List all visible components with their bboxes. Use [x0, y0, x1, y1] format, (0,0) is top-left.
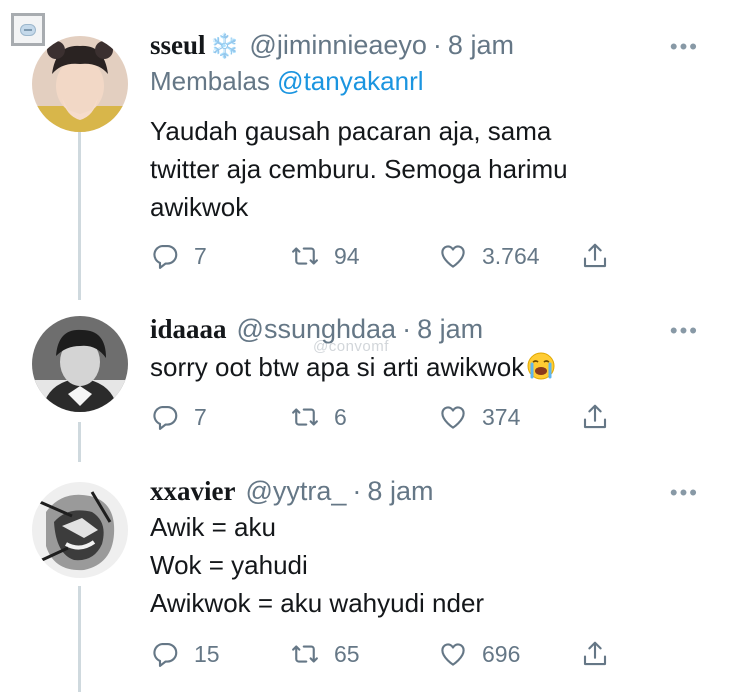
username[interactable]: @yytra_	[245, 474, 346, 508]
retweet-button[interactable]: 65	[290, 637, 360, 671]
reply-icon	[150, 402, 180, 432]
more-options-icon[interactable]: •••	[670, 480, 699, 506]
tweet-line: Wok = yahudi	[150, 550, 308, 580]
tweet-text: Awik = aku Wok = yahudi Awikwok = aku wa…	[150, 508, 715, 622]
reply-button[interactable]: 15	[150, 637, 220, 671]
snowflake-emoji: ❄️	[209, 33, 240, 60]
username[interactable]: @ssunghdaa	[237, 312, 397, 346]
tweet-line: Yaudah gausah pacaran aja, sama	[150, 116, 552, 146]
reply-mention[interactable]: @tanyakanrl	[277, 66, 423, 96]
more-options-icon[interactable]: •••	[670, 318, 699, 344]
reply-prefix: Membalas	[150, 66, 270, 96]
separator-dot: ·	[432, 30, 442, 60]
like-button[interactable]: 696	[438, 637, 520, 671]
tweet-line: Awikwok = aku wahyudi nder	[150, 588, 485, 618]
tweet-actions: 15 65 696	[150, 637, 620, 671]
reply-context: Membalas @tanyakanrl	[150, 64, 715, 98]
reply-button[interactable]: 7	[150, 239, 207, 273]
tweet-actions: 7 94 3.764	[150, 239, 620, 273]
retweet-button[interactable]: 6	[290, 400, 347, 434]
display-name[interactable]: xxavier	[150, 474, 235, 508]
reply-count: 7	[194, 242, 207, 269]
tweet[interactable]: xxavier @yytra_ · 8 jam ••• Awik = aku W…	[0, 460, 735, 692]
timestamp[interactable]: 8 jam	[448, 28, 514, 62]
share-button[interactable]	[580, 400, 610, 434]
tweet-line-text: sorry oot btw apa si arti awikwok	[150, 352, 525, 382]
retweet-count: 94	[334, 242, 360, 269]
like-button[interactable]: 374	[438, 400, 520, 434]
share-icon	[580, 241, 610, 271]
share-icon	[580, 639, 610, 669]
tweet-line: Awik = aku	[150, 512, 276, 542]
like-count: 696	[482, 640, 521, 667]
reply-count: 15	[194, 640, 220, 667]
tweet-actions: 7 6 374	[150, 400, 620, 434]
like-count: 374	[482, 403, 521, 430]
retweet-count: 6	[334, 403, 347, 430]
timestamp[interactable]: 8 jam	[367, 474, 433, 508]
separator-dot: ·	[402, 314, 412, 344]
tweet[interactable]: sseul ❄️ @jiminnieaeyo · 8 jam ••• Memba…	[0, 0, 735, 300]
separator-dot: ·	[352, 476, 362, 506]
share-button[interactable]	[580, 239, 610, 273]
retweet-button[interactable]: 94	[290, 239, 360, 273]
like-button[interactable]: 3.764	[438, 239, 540, 273]
tweet-text: sorry oot btw apa si arti awikwok😭	[150, 348, 715, 386]
like-icon	[438, 241, 468, 271]
display-name[interactable]: idaaaa	[150, 312, 227, 346]
avatar[interactable]	[32, 482, 128, 578]
reply-button[interactable]: 7	[150, 400, 207, 434]
more-options-icon[interactable]: •••	[670, 34, 699, 60]
like-icon	[438, 639, 468, 669]
share-button[interactable]	[580, 637, 610, 671]
tweet-line: sorry oot btw apa si arti awikwok😭	[150, 348, 715, 386]
tweet-text: Yaudah gausah pacaran aja, sama twitter …	[150, 112, 715, 226]
tweet[interactable]: idaaaa @ssunghdaa · 8 jam ••• sorry oot …	[0, 300, 735, 460]
retweet-count: 65	[334, 640, 360, 667]
reply-icon	[150, 639, 180, 669]
share-icon	[580, 402, 610, 432]
reply-icon	[150, 241, 180, 271]
like-icon	[438, 402, 468, 432]
tweet-line: twitter aja cemburu. Semoga harimu	[150, 154, 568, 184]
like-count: 3.764	[482, 242, 540, 269]
tweet-line: awikwok	[150, 192, 249, 222]
avatar[interactable]	[32, 316, 128, 412]
retweet-icon	[290, 241, 320, 271]
username[interactable]: @jiminnieaeyo	[249, 28, 427, 62]
timestamp[interactable]: 8 jam	[417, 312, 483, 346]
crying-face-icon	[527, 352, 555, 380]
reply-count: 7	[194, 403, 207, 430]
display-name[interactable]: sseul	[150, 28, 206, 62]
retweet-icon	[290, 639, 320, 669]
retweet-icon	[290, 402, 320, 432]
avatar[interactable]	[32, 36, 128, 132]
